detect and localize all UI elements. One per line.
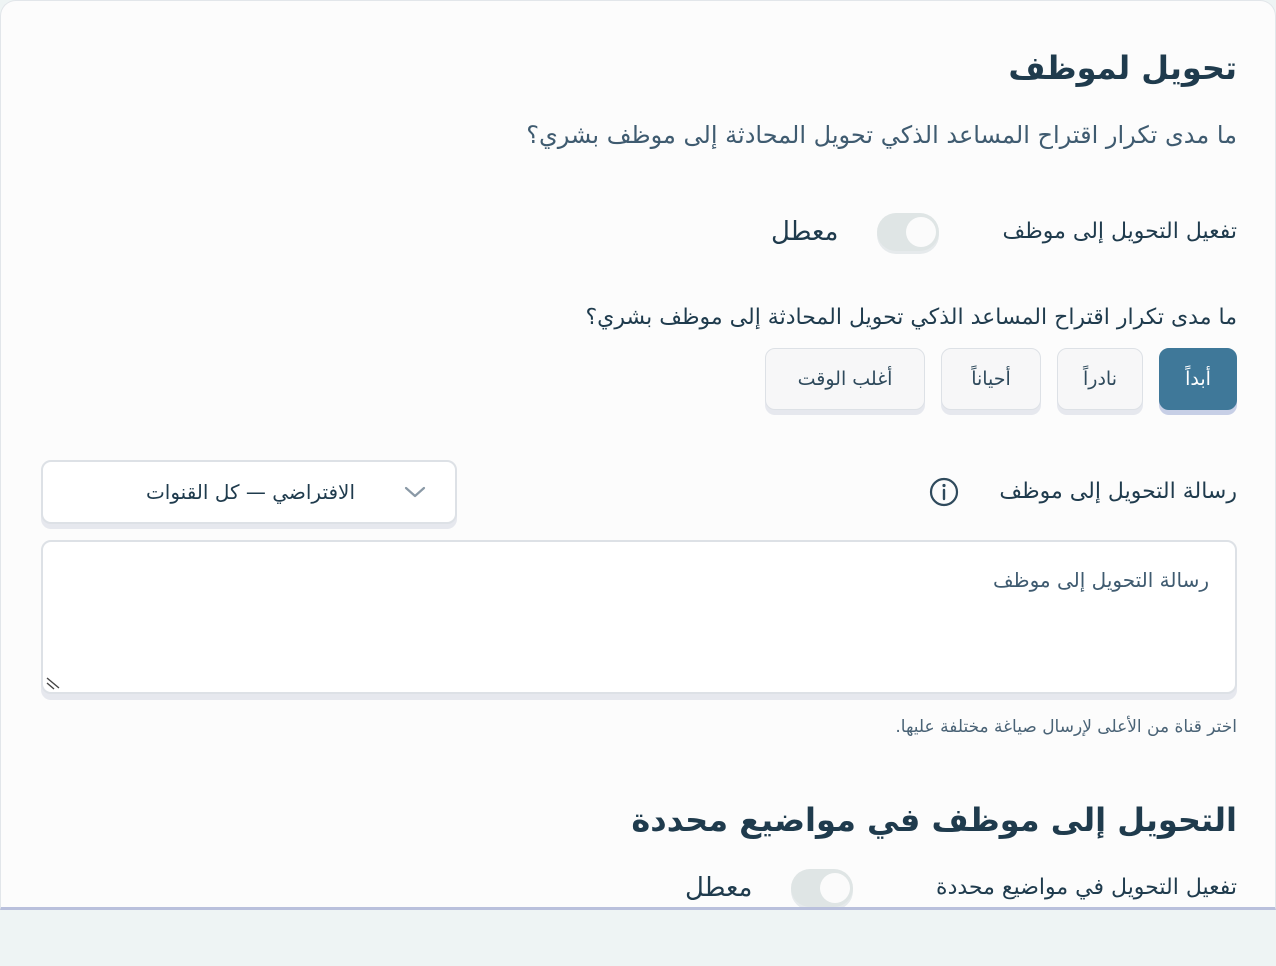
toggle-knob — [906, 217, 936, 247]
resize-handle-icon[interactable] — [45, 674, 61, 690]
handoff-message-label: رسالة التحويل إلى موظف — [999, 479, 1237, 504]
frequency-option-rarely[interactable]: نادراً — [1057, 348, 1143, 410]
handoff-message-textarea[interactable]: رسالة التحويل إلى موظف — [41, 540, 1237, 694]
toggle-knob — [820, 873, 850, 903]
channel-hint-text: اختر قناة من الأعلى لإرسال صياغة مختلفة … — [895, 717, 1237, 737]
section-title-topics: التحويل إلى موظف في مواضيع محددة — [631, 801, 1237, 839]
chevron-down-icon — [404, 486, 426, 498]
enable-topics-label: تفعيل التحويل في مواضيع محددة — [936, 875, 1237, 900]
frequency-option-never[interactable]: أبداً — [1159, 348, 1237, 410]
frequency-option-sometimes[interactable]: أحياناً — [941, 348, 1041, 410]
channel-select[interactable]: الافتراضي — كل القنوات — [41, 460, 457, 524]
frequency-question: ما مدى تكرار اقتراح المساعد الذكي تحويل … — [585, 305, 1237, 330]
enable-handoff-label: تفعيل التحويل إلى موظف — [1002, 219, 1237, 244]
channel-select-value: الافتراضي — كل القنوات — [145, 480, 355, 504]
info-icon[interactable] — [929, 477, 959, 507]
frequency-option-most-of-the-time[interactable]: أغلب الوقت — [765, 348, 925, 410]
section-description: ما مدى تكرار اقتراح المساعد الذكي تحويل … — [526, 121, 1237, 149]
enable-handoff-status: معطل — [771, 217, 839, 247]
handoff-message-text: رسالة التحويل إلى موظف — [992, 568, 1209, 592]
enable-handoff-toggle[interactable] — [877, 213, 939, 251]
enable-topics-toggle[interactable] — [791, 869, 853, 907]
handoff-settings-card: تحويل لموظف ما مدى تكرار اقتراح المساعد … — [0, 0, 1276, 910]
section-title-handoff: تحويل لموظف — [1008, 49, 1237, 87]
enable-topics-status: معطل — [685, 873, 753, 903]
page-footer-area — [0, 910, 1276, 958]
